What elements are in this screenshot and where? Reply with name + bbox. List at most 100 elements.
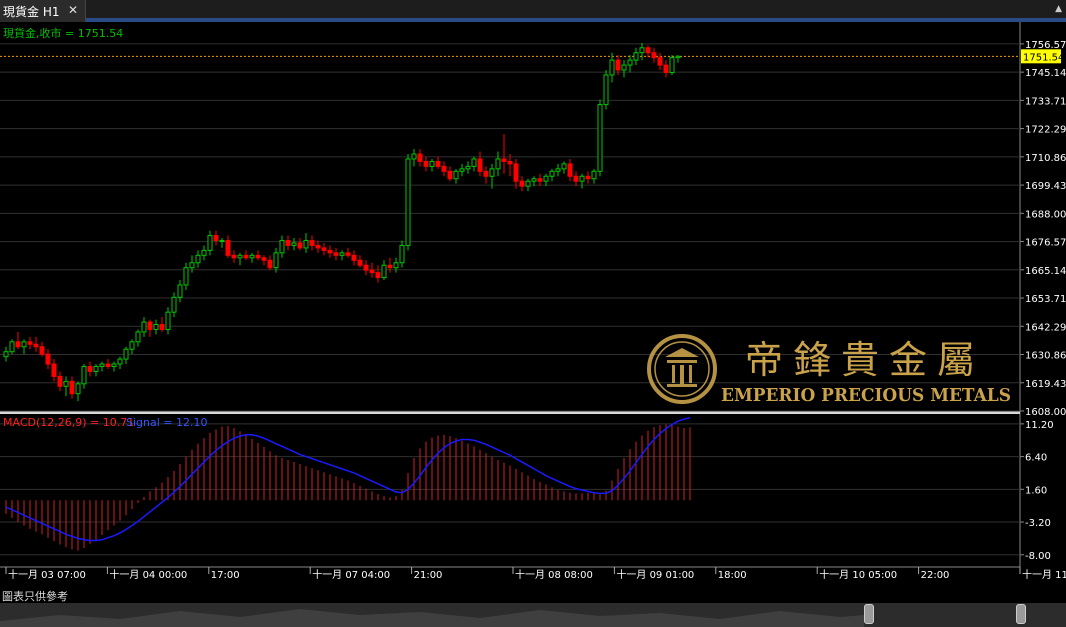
candle-body [663, 64, 669, 73]
candle-body [261, 257, 267, 261]
price-tick-label: 1676.57 [1025, 238, 1066, 249]
candle-body [375, 272, 381, 279]
candle-body [285, 240, 291, 246]
candle-body [339, 252, 345, 256]
candle-body [57, 375, 63, 387]
candle-body [471, 158, 477, 167]
candles [3, 42, 681, 402]
price-tick-label: 1630.86 [1025, 351, 1066, 362]
candle-body [465, 165, 471, 170]
price-tick-label: 1688.00 [1025, 209, 1066, 220]
candle-body [585, 175, 591, 180]
candle-body [483, 170, 489, 177]
candle-body [675, 55, 681, 59]
candle-body [273, 252, 279, 269]
candle-body [159, 324, 165, 330]
macd-tick-label: 1.60 [1025, 485, 1047, 496]
price-legend: 現貨金,收市 = 1751.54 [3, 26, 123, 40]
candle-body [345, 252, 351, 256]
candle-body [591, 170, 597, 180]
time-tick-label: 十一月 09 01:00 [616, 568, 694, 581]
scrollbar-end-handle[interactable] [1016, 604, 1026, 624]
price-chart[interactable]: 帝鋒貴金屬 EMPERIO PRECIOUS METALS 1756.57 174… [0, 22, 1066, 588]
time-tick-label: 21:00 [414, 570, 443, 581]
candle-body [351, 254, 357, 261]
candle-body [417, 153, 423, 162]
candle-body [435, 160, 441, 167]
price-tick-label: 1665.14 [1025, 266, 1066, 277]
candle-body [147, 321, 153, 330]
price-tick-label: 1642.29 [1025, 322, 1066, 333]
candle-body [3, 351, 9, 358]
candle-body [255, 254, 261, 259]
candle-body [39, 346, 45, 355]
candle-body [441, 165, 447, 172]
scrollbar-start-handle[interactable] [864, 604, 874, 624]
collapse-arrow-icon[interactable]: ▲ [1055, 4, 1062, 14]
candle-body [411, 153, 417, 160]
candle-body [333, 252, 339, 256]
candle-body [87, 366, 93, 372]
price-axis: 1756.57 1745.14 1733.71 1722.29 1710.86 1699.… [1020, 40, 1066, 418]
candle-body [195, 254, 201, 264]
chart-scrollbar[interactable] [0, 603, 1066, 627]
candle-body [219, 240, 225, 243]
candle-body [249, 254, 255, 259]
macd-axis: 11.20 6.40 1.60 -3.20 -8.00 [1020, 420, 1054, 562]
candle-body [93, 366, 99, 372]
price-tick-label: 1756.57 [1025, 40, 1066, 51]
candle-body [651, 52, 657, 59]
candle-body [501, 158, 507, 162]
price-tick-label: 1745.14 [1025, 68, 1066, 79]
time-tick-label: 十一月 04 00:00 [109, 568, 187, 581]
macd-tick-label: -8.00 [1025, 551, 1051, 562]
candle-body [645, 47, 651, 54]
candle-body [207, 235, 213, 251]
candle-body [513, 163, 519, 182]
candle-body [615, 59, 621, 71]
macd-histogram [5, 424, 691, 551]
candle-body [303, 240, 309, 249]
scrollbar-preview [0, 609, 864, 627]
candle-body [309, 240, 315, 246]
candle-body [135, 331, 141, 343]
candle-body [231, 254, 237, 259]
candle-body [165, 311, 171, 330]
candle-body [489, 168, 495, 177]
candle-body [111, 363, 117, 368]
candle-body [369, 269, 375, 274]
candle-body [405, 158, 411, 246]
candle-body [99, 363, 105, 368]
current-price-label-text: 1751.54 [1023, 52, 1064, 63]
candle-body [519, 180, 525, 187]
candle-body [63, 380, 69, 387]
disclaimer-caption: 圖表只供參考 [2, 590, 68, 603]
current-price-label: 1751.54 [1021, 49, 1064, 64]
candle-body [495, 158, 501, 170]
candle-body [627, 59, 633, 66]
candle-body [459, 168, 465, 172]
tab-chart-gold-h1[interactable]: 現貨金 H1 ✕ [0, 0, 86, 22]
price-tick-label: 1733.71 [1025, 96, 1066, 107]
candle-body [621, 64, 627, 71]
tab-title: 現貨金 H1 [3, 4, 60, 19]
candle-body [33, 343, 39, 348]
candle-body [363, 264, 369, 271]
candle-body [153, 324, 159, 330]
candle-body [579, 175, 585, 182]
time-tick-label: 十一月 03 07:00 [8, 568, 86, 581]
candle-body [237, 254, 243, 259]
close-icon[interactable]: ✕ [66, 3, 80, 17]
watermark-chinese: 帝鋒貴金屬 [745, 338, 985, 382]
tab-bar: 現貨金 H1 ✕ ▲ [0, 0, 1066, 22]
candle-body [597, 104, 603, 172]
candle-body [183, 267, 189, 286]
candle-body [657, 57, 663, 66]
candle-body [537, 178, 543, 182]
macd-tick-label: -3.20 [1025, 518, 1051, 529]
candle-body [477, 158, 483, 172]
time-tick-label: 17:00 [211, 570, 240, 581]
candle-body [453, 170, 459, 180]
time-tick-label: 十一月 08 08:00 [515, 568, 593, 581]
macd-legend: MACD(12,26,9) = 10.71 [3, 416, 134, 429]
